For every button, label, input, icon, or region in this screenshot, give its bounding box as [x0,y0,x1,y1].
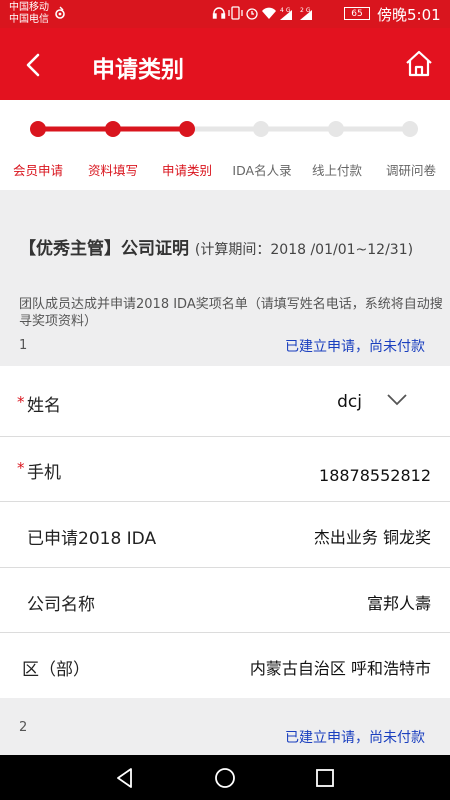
applied-row: 已申请2018 IDA 杰出业务 铜龙奖 [0,502,450,568]
step-dot-3 [179,121,195,137]
back-button[interactable] [18,48,52,82]
home-icon [406,50,432,77]
clock: 傍晚5:01 [377,6,441,24]
company-cert-period: (计算期间：2018 /01/01~12/31) [194,242,414,258]
nav-home-icon[interactable] [213,766,237,790]
phone-row[interactable]: * 手机 18878552812 [0,437,450,502]
member-status-2[interactable]: 已建立申请，尚未付款 [285,727,425,747]
phone-label: 手机 [27,463,61,483]
vibrate-icon [228,6,243,20]
step-dot-6 [402,121,418,137]
step-dot-2 [105,121,121,137]
company-value: 富邦人壽 [366,594,431,613]
name-row[interactable]: * 姓名 dcj [0,367,450,437]
system-nav-bar [0,755,450,800]
required-mark: * [17,393,25,411]
instruction-text: 团队成员达成并申请2018 IDA奖项名单（请填写姓名电话，系统将自动搜寻奖项资… [19,297,443,329]
progress-track [30,121,418,137]
nav-recent-icon[interactable] [313,766,337,790]
battery-icon: 65 [344,7,370,20]
wifi-icon [262,7,276,19]
name-value[interactable]: dcj [337,392,362,412]
name-label: 姓名 [27,396,61,416]
company-label: 公司名称 [27,595,95,615]
step-dot-4 [253,121,269,137]
company-cert-title: 【优秀主管】公司证明 (计算期间：2018 /01/01~12/31) [19,234,413,259]
system-icons: 4G 2G [212,5,340,24]
chevron-down-icon[interactable] [386,393,408,407]
carrier-1: 中国移动 [9,2,49,13]
step-label-fill-info: 资料填写 [87,163,139,178]
signal-swirl-icon [54,6,66,23]
step-label-ida-hall: IDA名人录 [232,163,292,178]
step-dot-1 [30,121,46,137]
step-dot-5 [328,121,344,137]
progress-steps: 会员申请 资料填写 申请类别 IDA名人录 线上付款 调研问卷 [0,100,450,188]
company-row: 公司名称 富邦人壽 [0,568,450,633]
step-label-payment: 线上付款 [311,163,363,178]
member-number-1: 1 [19,338,28,353]
applied-label: 已申请2018 IDA [27,529,157,549]
member-number-2: 2 [19,720,28,735]
nav-back-icon[interactable] [113,766,137,790]
signal-2g-icon: 2G [300,7,312,20]
back-chevron-icon [26,53,40,77]
carrier-info: 中国移动 中国电信 [9,2,49,26]
signal-4g-icon: 4G [280,7,292,20]
page-title: 申请类别 [92,57,184,83]
carrier-2: 中国电信 [9,14,49,25]
step-label-member-apply: 会员申请 [12,163,64,178]
district-row: 区（部） 内蒙古自治区 呼和浩特市 [0,633,450,697]
phone-value[interactable]: 18878552812 [319,466,431,485]
alarm-icon [246,8,258,20]
battery-level: 65 [351,9,363,19]
headphones-icon [212,7,226,19]
step-label-category: 申请类别 [161,163,213,178]
district-label: 区（部） [22,660,90,680]
app-header: 申请类别 [0,28,450,100]
member-status-1[interactable]: 已建立申请，尚未付款 [285,336,425,356]
home-button[interactable] [401,46,437,82]
status-bar: 中国移动 中国电信 4G 2G 65 傍晚5:01 [0,0,450,28]
required-mark: * [17,459,25,477]
company-cert-name: 【优秀主管】公司证明 [19,239,189,259]
district-value: 内蒙古自治区 呼和浩特市 [249,659,431,678]
applied-value: 杰出业务 铜龙奖 [313,528,431,547]
step-label-survey: 调研问卷 [385,163,437,178]
